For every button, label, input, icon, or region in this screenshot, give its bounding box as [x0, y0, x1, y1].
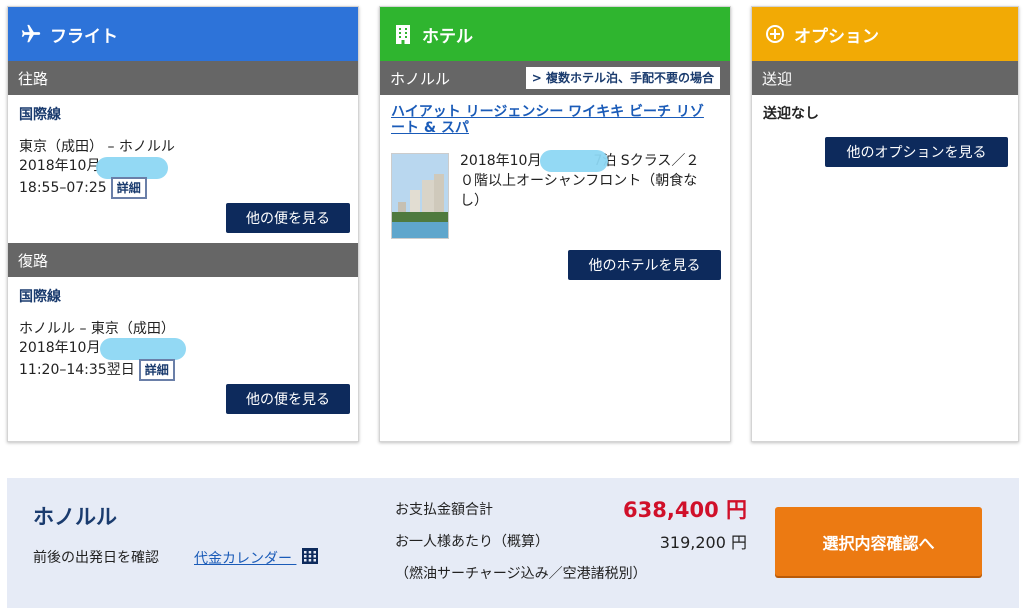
inbound-time-row: 11:20–14:35翌日 詳細	[19, 359, 175, 381]
outbound-bar: 往路	[8, 61, 358, 95]
airplane-icon	[20, 23, 42, 45]
other-options-button[interactable]: 他のオプションを見る	[825, 137, 1008, 167]
redacted-blur	[540, 150, 608, 172]
per-person-label: お一人様あたり（概算）	[395, 534, 549, 550]
plus-circle-icon	[764, 23, 786, 45]
check-dates-label: 前後の出発日を確認	[33, 550, 159, 566]
transfer-bar: 送迎	[752, 61, 1018, 95]
calendar-icon	[302, 548, 319, 570]
total-price: 638,400 円	[567, 496, 747, 524]
other-hotels-button[interactable]: 他のホテルを見る	[568, 250, 721, 280]
hotel-card: ホテル ホノルル > 複数ホテル泊、手配不要の場合 ハイアット リージェンシー …	[379, 6, 731, 442]
outbound-flight-type: 国際線	[19, 107, 61, 123]
price-calendar-label: 代金カレンダー	[194, 551, 292, 567]
confirm-selection-button[interactable]: 選択内容確認へ	[775, 507, 982, 576]
option-card: オプション 送迎 送迎なし 他のオプションを見る	[751, 6, 1019, 442]
hotel-desc-date: 2018年10月	[460, 153, 542, 169]
hotel-desc-line3: し）	[460, 193, 488, 209]
total-currency: 円	[726, 498, 747, 522]
summary-panel: ホノルル 前後の出発日を確認 代金カレンダー お支払金額合計 638,400 円…	[7, 478, 1019, 608]
inbound-other-flights-button[interactable]: 他の便を見る	[226, 384, 350, 414]
redacted-blur	[96, 157, 168, 179]
hotel-header: ホテル	[380, 7, 730, 61]
option-header: オプション	[752, 7, 1018, 61]
flight-header-label: フライト	[50, 26, 118, 47]
inbound-bar: 復路	[8, 243, 358, 277]
total-value: 638,400	[623, 498, 719, 522]
transfer-status: 送迎なし	[763, 106, 819, 122]
hotel-city-bar: ホノルル > 複数ホテル泊、手配不要の場合	[380, 61, 730, 95]
flight-header: フライト	[8, 7, 358, 61]
outbound-time: 18:55–07:25	[19, 180, 107, 196]
inbound-date: 2018年10月	[19, 340, 101, 356]
hotel-name-link[interactable]: ハイアット リージェンシー ワイキキ ビーチ リゾ ート & スパ	[391, 104, 704, 136]
flight-card: フライト 往路 国際線 東京（成田） – ホノルル 2018年10月 18:55…	[7, 6, 359, 442]
multi-hotel-link[interactable]: > 複数ホテル泊、手配不要の場合	[525, 67, 720, 89]
price-calendar-link[interactable]: 代金カレンダー	[194, 548, 319, 570]
outbound-time-row: 18:55–07:25 詳細	[19, 177, 147, 199]
inbound-detail-button[interactable]: 詳細	[138, 359, 175, 381]
total-label: お支払金額合計	[395, 502, 493, 518]
building-icon	[392, 23, 414, 45]
hotel-name-line2: ート & スパ	[391, 120, 469, 136]
hotel-photo	[391, 153, 449, 239]
outbound-other-flights-button[interactable]: 他の便を見る	[226, 203, 350, 233]
hotel-desc-line2: ０階以上オーシャンフロント（朝食な	[460, 173, 698, 189]
per-person-price: 319,200 円	[567, 532, 747, 554]
outbound-date: 2018年10月	[19, 158, 101, 174]
outbound-route: 東京（成田） – ホノルル	[19, 139, 175, 155]
fee-note: （燃油サーチャージ込み／空港諸税別）	[395, 566, 647, 582]
outbound-detail-button[interactable]: 詳細	[110, 177, 147, 199]
option-header-label: オプション	[794, 26, 879, 47]
summary-destination: ホノルル	[33, 505, 117, 529]
hotel-desc-room: 7泊 Sクラス／２	[593, 153, 700, 169]
hotel-header-label: ホテル	[422, 26, 473, 47]
inbound-time: 11:20–14:35翌日	[19, 362, 135, 378]
per-person-value: 319,200	[659, 533, 726, 552]
inbound-flight-type: 国際線	[19, 289, 61, 305]
hotel-name-line1: ハイアット リージェンシー ワイキキ ビーチ リゾ	[391, 104, 704, 120]
hotel-city: ホノルル	[390, 69, 451, 88]
redacted-blur	[100, 338, 186, 360]
per-person-currency: 円	[730, 533, 747, 552]
inbound-route: ホノルル – 東京（成田）	[19, 321, 175, 337]
